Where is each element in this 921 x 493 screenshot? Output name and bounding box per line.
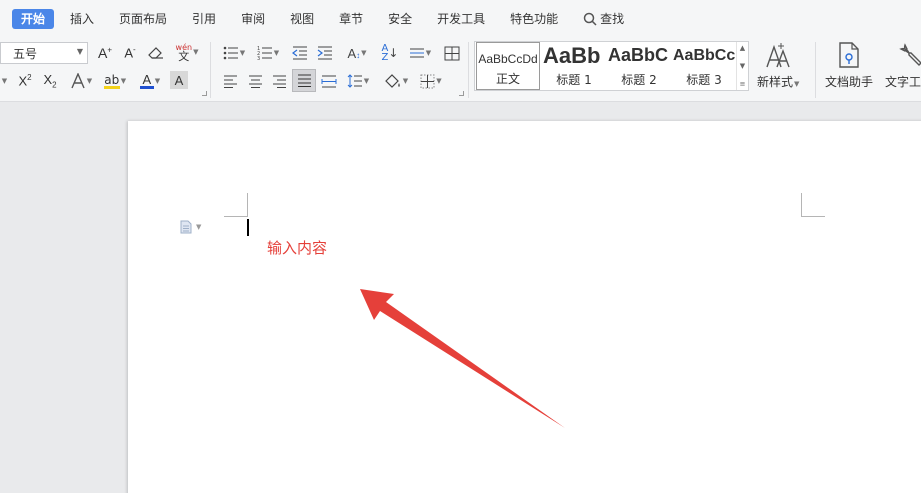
annotation-arrow <box>360 289 565 428</box>
arrow-icon <box>360 289 565 428</box>
